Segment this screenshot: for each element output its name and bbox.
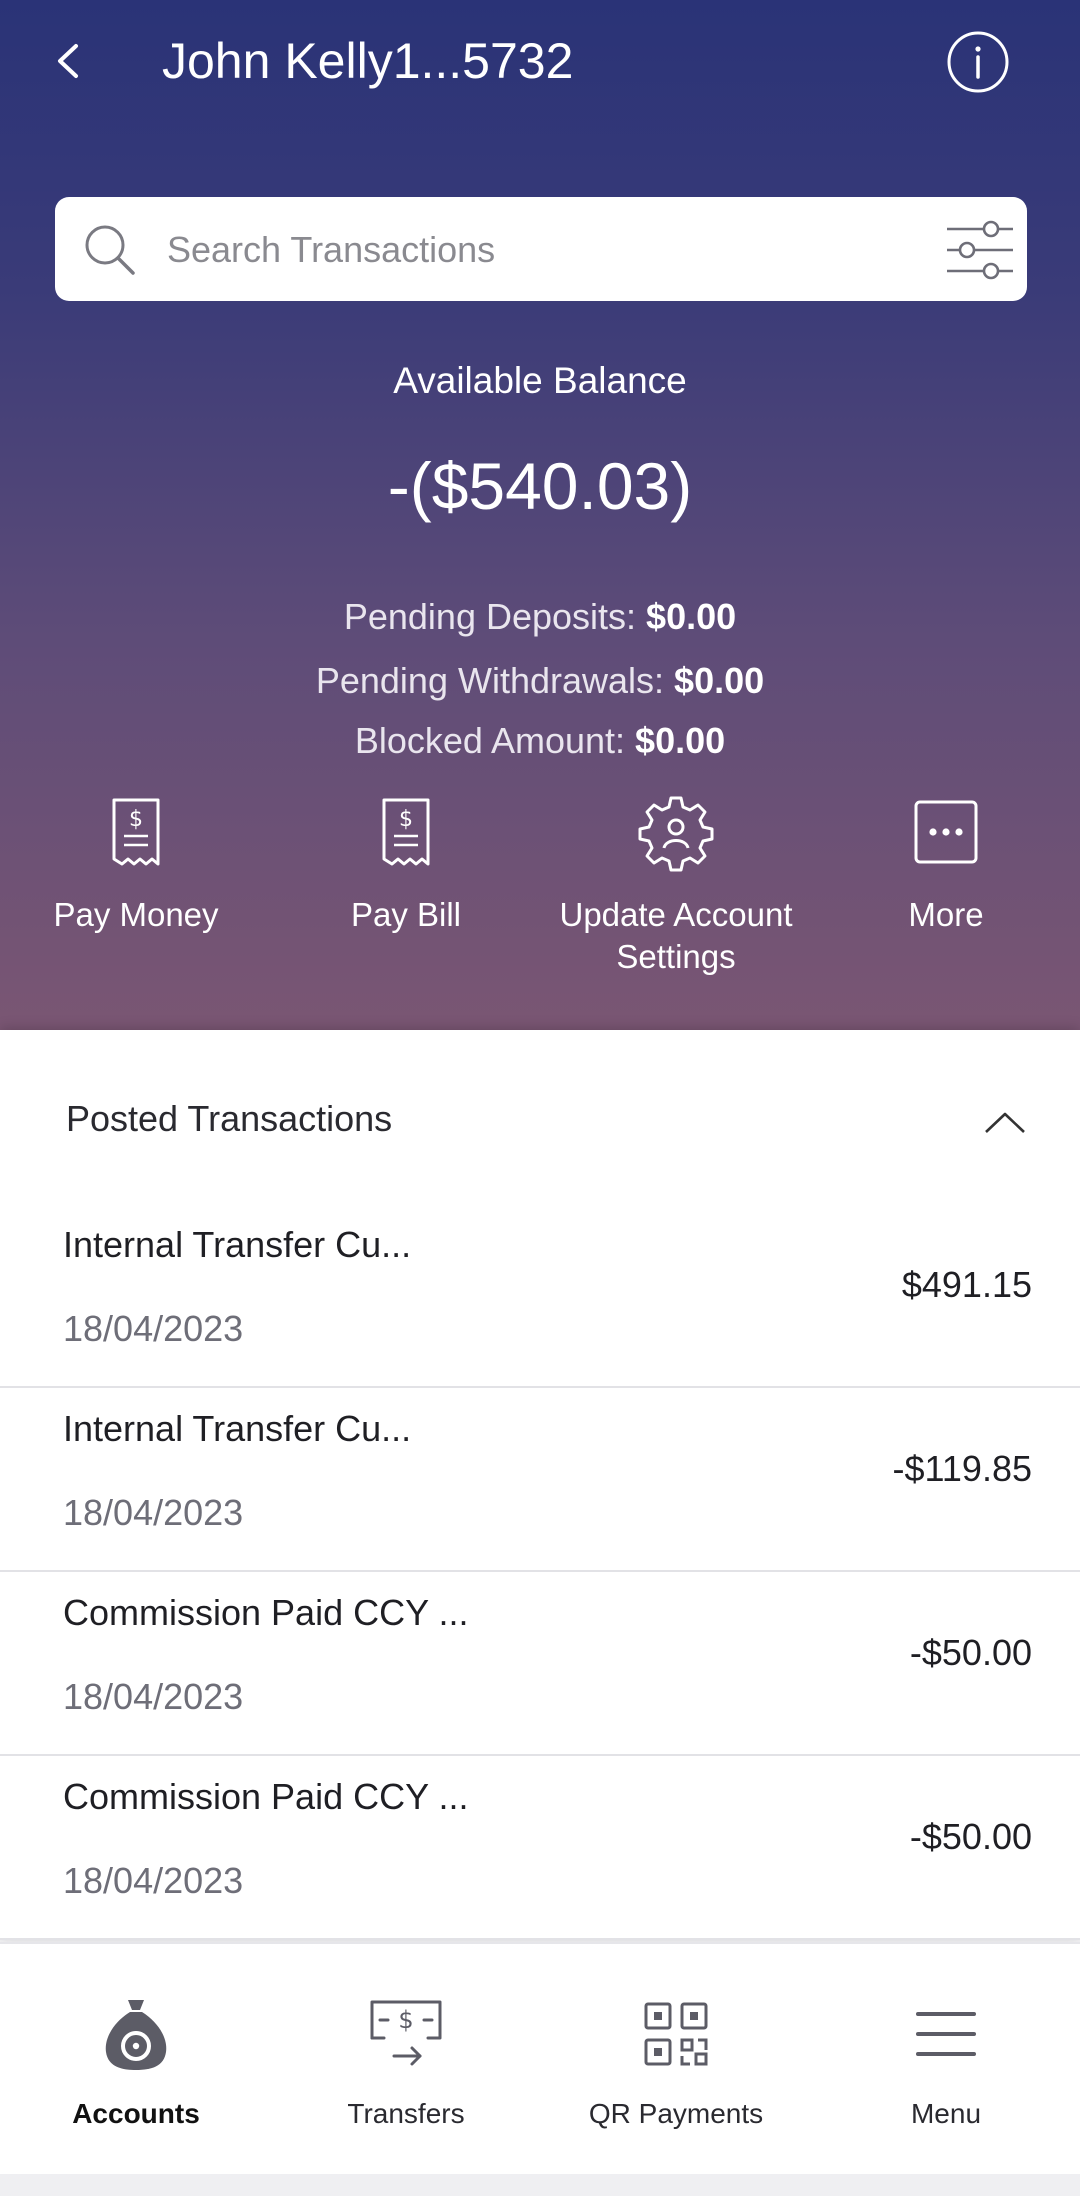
transaction-row[interactable]: Internal Transfer Cu... 18/04/2023 -$119…	[0, 1386, 1080, 1572]
system-gesture-bar	[0, 2174, 1080, 2196]
nav-accounts-label: Accounts	[72, 2098, 200, 2129]
pending-deposits-label: Pending Deposits:	[343, 596, 637, 637]
nav-transfers[interactable]: $ Transfers	[271, 1994, 541, 2130]
qr-code-icon	[644, 2002, 708, 2066]
nav-qr-payments-label: QR Payments	[588, 2098, 764, 2129]
transaction-row[interactable]: Commission Paid CCY ... 18/04/2023 -$50.…	[0, 1754, 1080, 1940]
pay-bill-label: Pay Bill	[350, 896, 462, 933]
transaction-amount: -$50.00	[909, 1816, 1032, 1857]
more-button[interactable]: More	[811, 792, 1080, 936]
transfer-icon: $	[370, 2000, 442, 2066]
blocked-amount: Blocked Amount: $0.00	[0, 720, 1080, 762]
pay-money-button[interactable]: $ Pay Money	[1, 792, 271, 936]
transaction-date: 18/04/2023	[63, 1676, 244, 1717]
transaction-name: Commission Paid CCY ...	[63, 1776, 469, 1817]
bottom-navigation: Accounts $ Transfers QR Payments Menu	[0, 1942, 1080, 2176]
account-title: John Kelly1...5732	[162, 33, 574, 89]
transaction-amount: $491.15	[901, 1264, 1032, 1305]
transaction-date: 18/04/2023	[63, 1492, 244, 1533]
transaction-name: Internal Transfer Cu...	[63, 1224, 412, 1265]
hamburger-icon	[916, 2012, 976, 2056]
transaction-name: Internal Transfer Cu...	[63, 1408, 412, 1449]
blocked-amount-value: $0.00	[635, 720, 726, 761]
update-account-settings-label: Update Account Settings	[559, 896, 793, 975]
nav-accounts[interactable]: Accounts	[1, 1994, 271, 2130]
info-icon[interactable]	[946, 30, 1010, 94]
transaction-row[interactable]: Internal Transfer Cu... 18/04/2023 $491.…	[0, 1202, 1080, 1388]
pay-money-label: Pay Money	[53, 896, 219, 933]
more-label: More	[908, 896, 984, 933]
search-icon	[85, 225, 135, 275]
pending-withdrawals-value: $0.00	[674, 660, 765, 701]
blocked-amount-label: Blocked Amount:	[354, 720, 626, 761]
nav-qr-payments[interactable]: QR Payments	[541, 1994, 811, 2130]
svg-text:$: $	[399, 807, 413, 832]
account-header: John Kelly1...5732 Available Balance -($…	[0, 0, 1080, 1030]
nav-menu[interactable]: Menu	[811, 1994, 1080, 2130]
available-balance-value: -($540.03)	[387, 449, 693, 523]
transaction-date: 18/04/2023	[63, 1860, 244, 1901]
pending-withdrawals: Pending Withdrawals: $0.00	[0, 660, 1080, 702]
search-input[interactable]	[165, 219, 969, 281]
back-arrow-icon[interactable]	[44, 36, 94, 86]
transaction-date: 18/04/2023	[63, 1308, 244, 1349]
transaction-row[interactable]: Commission Paid CCY ... 18/04/2023 -$50.…	[0, 1570, 1080, 1756]
search-bar	[55, 197, 1027, 301]
posted-transactions-title: Posted Transactions	[66, 1098, 393, 1139]
gear-user-icon	[638, 796, 714, 872]
pending-deposits: Pending Deposits: $0.00	[0, 596, 1080, 638]
nav-transfers-label: Transfers	[347, 2098, 465, 2129]
pending-withdrawals-label: Pending Withdrawals:	[315, 660, 665, 701]
pay-bill-button[interactable]: $ Pay Bill	[271, 792, 541, 936]
transaction-amount: -$119.85	[892, 1448, 1032, 1489]
chevron-up-icon[interactable]	[980, 1104, 1030, 1140]
available-balance-label: Available Balance	[393, 360, 687, 401]
svg-text:$: $	[398, 2006, 413, 2034]
transaction-amount: -$50.00	[909, 1632, 1032, 1673]
receipt-dollar-icon: $	[112, 798, 160, 866]
update-account-settings-button[interactable]: Update Account Settings	[541, 792, 811, 978]
receipt-dollar-icon: $	[382, 798, 430, 866]
more-dots-icon	[914, 800, 978, 864]
nav-menu-label: Menu	[910, 2098, 982, 2129]
filter-icon[interactable]	[943, 213, 1017, 287]
money-bag-icon	[105, 2000, 167, 2070]
transaction-name: Commission Paid CCY ...	[63, 1592, 469, 1633]
svg-text:$: $	[129, 807, 143, 832]
pending-deposits-value: $0.00	[646, 596, 737, 637]
